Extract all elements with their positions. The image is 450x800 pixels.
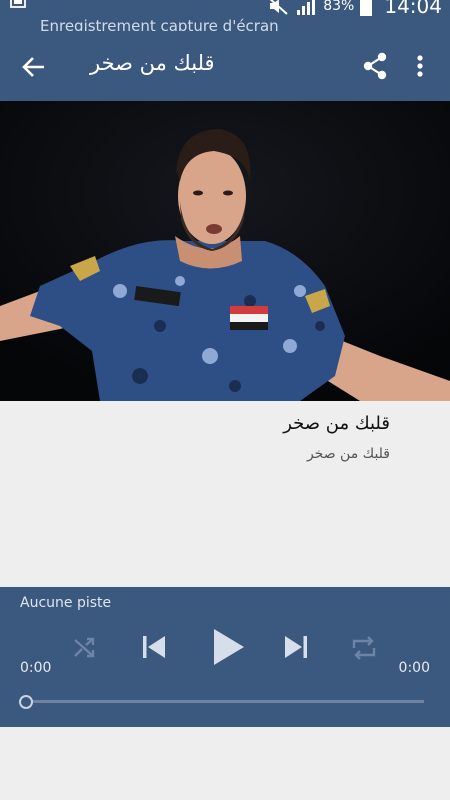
back-arrow-icon[interactable] bbox=[20, 53, 48, 81]
seek-bar[interactable] bbox=[26, 700, 424, 703]
battery-icon bbox=[360, 0, 373, 16]
clock: 14:04 bbox=[384, 0, 442, 18]
mute-icon bbox=[269, 0, 288, 15]
seek-thumb[interactable] bbox=[19, 695, 33, 709]
next-icon[interactable] bbox=[282, 633, 310, 661]
screen-record-icon bbox=[10, 0, 26, 8]
repeat-icon[interactable] bbox=[350, 634, 378, 662]
status-bar: Enregistrement capture d'écran 83% 14:04 bbox=[0, 0, 450, 31]
player-panel: Aucune piste 0:00 0:00 bbox=[0, 587, 450, 727]
artist-photo bbox=[0, 101, 450, 401]
share-icon[interactable] bbox=[360, 51, 390, 81]
more-vert-icon[interactable] bbox=[408, 51, 432, 81]
total-time: 0:00 bbox=[398, 660, 430, 676]
shuffle-icon[interactable] bbox=[72, 635, 98, 661]
play-icon[interactable] bbox=[210, 627, 246, 667]
no-track-label: Aucune piste bbox=[20, 595, 112, 611]
track-subtitle: قلبك من صخر bbox=[306, 446, 390, 462]
signal-icon bbox=[297, 0, 316, 15]
page-title: قلبك من صخر bbox=[90, 51, 215, 75]
app-bar: قلبك من صخر bbox=[0, 31, 450, 101]
artist-photo-image bbox=[0, 101, 450, 401]
previous-icon[interactable] bbox=[140, 633, 168, 661]
bottom-area bbox=[0, 727, 450, 800]
track-info: قلبك من صخر قلبك من صخر bbox=[0, 401, 450, 587]
track-title: قلبك من صخر bbox=[283, 413, 390, 434]
status-icons: 83% 14:04 bbox=[267, 0, 442, 18]
battery-percent: 83% bbox=[323, 0, 355, 14]
notification-title: Enregistrement capture d'écran bbox=[40, 17, 279, 31]
elapsed-time: 0:00 bbox=[20, 660, 52, 676]
